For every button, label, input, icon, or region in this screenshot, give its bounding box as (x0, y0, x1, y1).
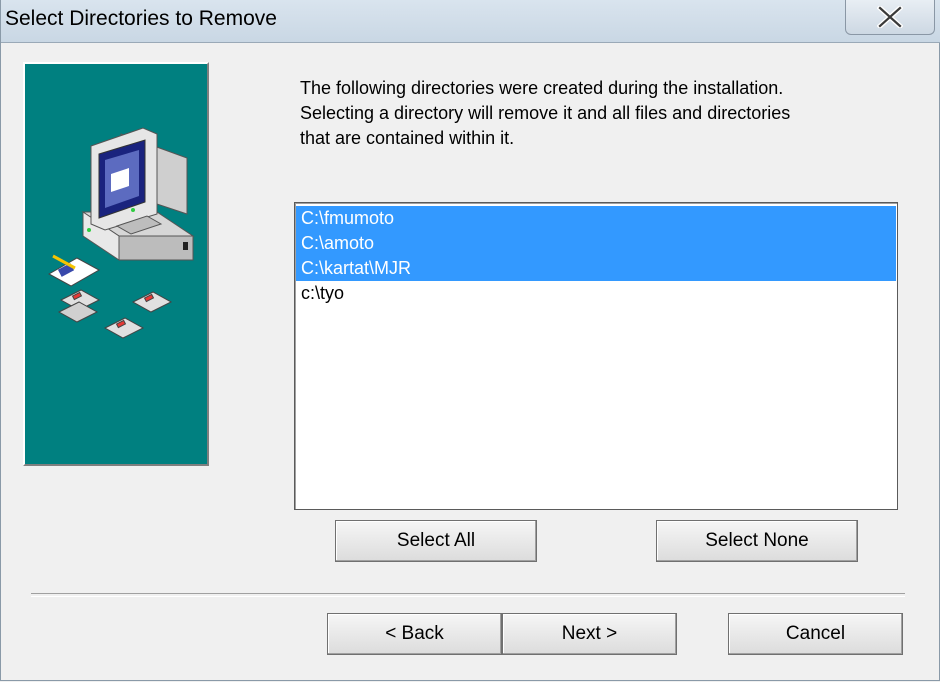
description-line: that are contained within it. (300, 128, 515, 148)
description-line: The following directories were created d… (300, 78, 784, 98)
next-button[interactable]: Next > (502, 613, 677, 655)
back-button[interactable]: < Back (327, 613, 502, 655)
directory-list-item[interactable]: c:\tyo (296, 281, 896, 306)
description-line: Selecting a directory will remove it and… (300, 103, 791, 123)
cancel-button[interactable]: Cancel (728, 613, 903, 655)
dialog-window: Select Directories to Remove The followi… (0, 0, 940, 681)
divider (31, 593, 905, 597)
directory-list-item[interactable]: C:\kartat\MJR (296, 256, 896, 281)
directory-list-item[interactable]: C:\fmumoto (296, 206, 896, 231)
title-bar[interactable]: Select Directories to Remove (1, 0, 940, 43)
description-text: The following directories were created d… (300, 76, 900, 151)
close-x-icon (877, 6, 903, 28)
close-button[interactable] (845, 0, 935, 35)
select-none-button[interactable]: Select None (656, 520, 858, 562)
side-panel-illustration (23, 62, 209, 466)
directory-listbox[interactable]: C:\fmumoto C:\amoto C:\kartat\MJR c:\tyo (294, 202, 898, 510)
directory-list-item[interactable]: C:\amoto (296, 231, 896, 256)
window-title: Select Directories to Remove (5, 7, 277, 30)
select-all-button[interactable]: Select All (335, 520, 537, 562)
computer-with-floppy-disks-icon (47, 127, 195, 339)
